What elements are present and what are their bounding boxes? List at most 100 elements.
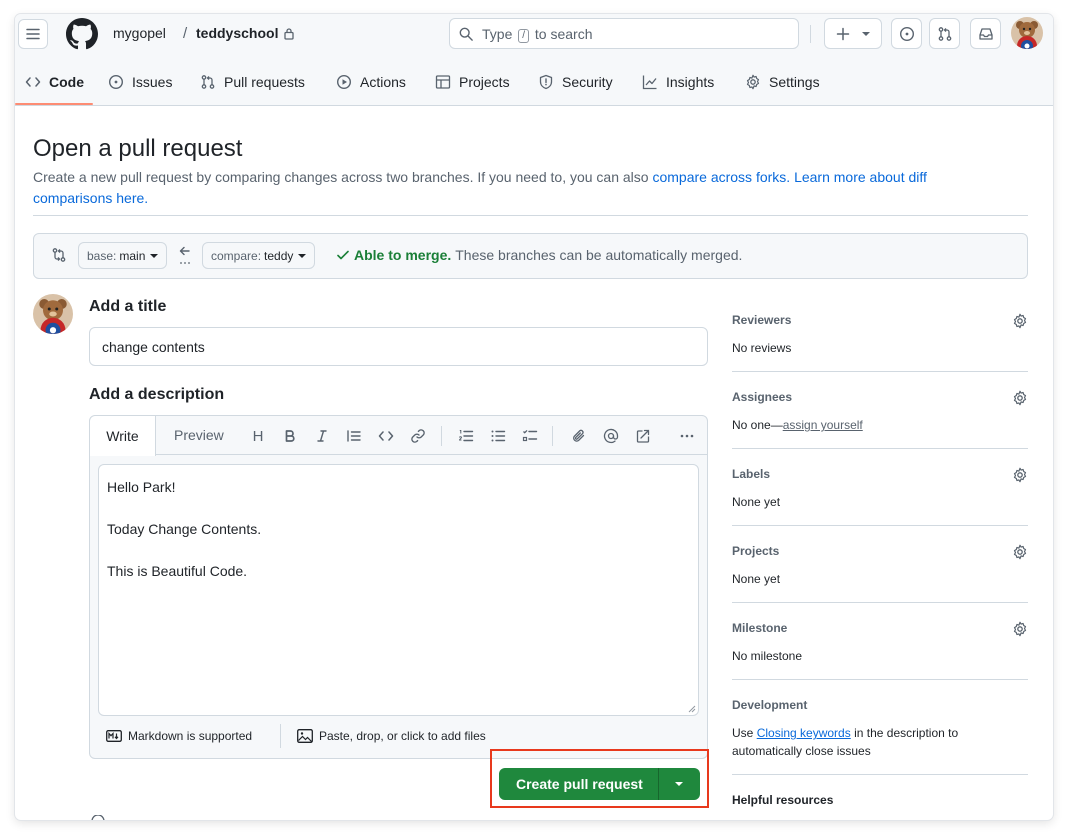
footer-separator [280, 724, 281, 748]
gear-icon[interactable] [1012, 390, 1028, 406]
merge-status: Able to merge. These branches can be aut… [336, 247, 742, 263]
task-list-button[interactable] [520, 426, 540, 446]
merge-status-label: Able to merge. [354, 247, 452, 263]
bold-icon [285, 430, 295, 442]
italic-icon [317, 430, 327, 442]
sidebar-divider [732, 774, 1028, 775]
development-prefix: Use [732, 726, 754, 740]
pull-requests-shortcut-button[interactable] [929, 18, 960, 49]
tab-write[interactable]: Write [90, 416, 156, 456]
paperclip-icon [573, 429, 585, 442]
github-logo-icon[interactable] [66, 18, 98, 50]
sidebar-divider [732, 525, 1028, 526]
chevron-down-icon [150, 253, 159, 258]
projects-value: None yet [732, 572, 781, 586]
resize-handle-icon[interactable] [688, 705, 696, 713]
gear-icon[interactable] [1012, 467, 1028, 483]
closing-keywords-link[interactable]: Closing keywords [757, 726, 851, 740]
compare-forks-link[interactable]: compare across forks. [652, 169, 790, 185]
compare-branch-name: teddy [264, 248, 294, 263]
tab-insights-label: Insights [666, 74, 715, 90]
tab-insights[interactable]: Insights [642, 70, 714, 94]
compare-prefix: compare: [211, 248, 262, 263]
italic-button[interactable] [312, 426, 332, 446]
search-placeholder: Type / to search [482, 26, 593, 43]
plus-icon [836, 27, 850, 40]
tab-security[interactable]: Security [538, 70, 613, 94]
merge-status-text: These branches can be automatically merg… [455, 247, 743, 263]
code-button[interactable] [376, 426, 396, 446]
create-new-button[interactable] [824, 18, 882, 49]
description-line: This is Beautiful Code. [107, 563, 248, 579]
tab-code[interactable]: Code [25, 70, 84, 94]
menu-button[interactable] [18, 19, 48, 49]
chevron-down-icon[interactable] [675, 782, 683, 786]
compare-range-bar: base: main compare: teddy Able to merge. T… [33, 233, 1028, 279]
markdown-icon [106, 730, 122, 742]
inbox-button[interactable] [970, 18, 1001, 49]
search-input[interactable]: Type / to search [449, 18, 799, 49]
page-title: Open a pull request [33, 135, 243, 162]
markdown-note[interactable]: Markdown is supported [106, 729, 252, 743]
code-icon [378, 431, 394, 441]
more-options-button[interactable] [677, 426, 697, 446]
gear-icon[interactable] [1012, 313, 1028, 329]
tab-projects-label: Projects [459, 74, 510, 90]
helpful-resources-title: Helpful resources [732, 793, 834, 807]
compare-branch-select[interactable]: compare: teddy [202, 242, 316, 269]
attach-files-label: Paste, drop, or click to add files [319, 729, 486, 743]
bulleted-list-button[interactable] [488, 426, 508, 446]
create-pull-request-button[interactable]: Create pull request [499, 768, 700, 800]
tab-pull-requests-label: Pull requests [224, 74, 305, 90]
description-line: Today Change Contents. [107, 521, 262, 537]
base-branch-select[interactable]: base: main [78, 242, 168, 269]
repo-name-link[interactable]: teddyschool [196, 25, 278, 41]
tab-pull-requests[interactable]: Pull requests [200, 70, 305, 94]
projects-title: Projects [732, 544, 780, 558]
repo-header: mygopel / teddyschool Type / to search C… [15, 14, 1053, 106]
markdown-note-label: Markdown is supported [128, 729, 253, 743]
gear-icon[interactable] [1012, 621, 1028, 637]
heading-icon: H [252, 427, 264, 445]
assign-yourself-link[interactable]: assign yourself [783, 418, 863, 432]
link-button[interactable] [408, 426, 428, 446]
reference-button[interactable] [633, 426, 653, 446]
milestone-title: Milestone [732, 621, 788, 635]
sidebar-labels: Labels None yet [732, 467, 1028, 511]
tab-actions[interactable]: Actions [336, 70, 406, 94]
numbered-list-button[interactable] [456, 426, 476, 446]
cross-reference-icon [636, 429, 650, 443]
author-avatar [33, 294, 73, 334]
description-line [107, 540, 690, 561]
user-avatar[interactable] [1011, 17, 1043, 49]
heading-button[interactable]: H [248, 426, 268, 446]
create-pull-request-label: Create pull request [516, 776, 643, 792]
gear-icon[interactable] [1012, 544, 1028, 560]
tab-settings[interactable]: Settings [745, 70, 820, 94]
tab-actions-label: Actions [360, 74, 406, 90]
pull-request-icon [938, 26, 951, 41]
tab-preview[interactable]: Preview [174, 427, 224, 443]
reviewers-title: Reviewers [732, 313, 792, 327]
mention-icon [603, 428, 619, 444]
teddy-bear-avatar-icon [1011, 17, 1043, 49]
tab-issues[interactable]: Issues [108, 70, 172, 94]
repo-owner-link[interactable]: mygopel [113, 25, 166, 41]
attach-files-note[interactable]: Paste, drop, or click to add files [297, 729, 486, 743]
arrow-left-icon [179, 246, 190, 264]
labels-value: None yet [732, 495, 781, 509]
mention-button[interactable] [601, 426, 621, 446]
quote-button[interactable] [344, 426, 364, 446]
lock-icon [284, 28, 294, 40]
partial-info-icon [91, 815, 105, 820]
sidebar-divider [732, 602, 1028, 603]
attach-button[interactable] [569, 426, 589, 446]
description-textarea[interactable]: Hello Park! Today Change Contents. This … [98, 464, 699, 716]
gear-icon [746, 74, 760, 90]
tab-projects[interactable]: Projects [435, 70, 510, 94]
toolbar-separator [552, 426, 553, 446]
bold-button[interactable] [280, 426, 300, 446]
issues-shortcut-button[interactable] [891, 18, 922, 49]
title-input[interactable]: change contents [89, 327, 708, 366]
check-icon [337, 250, 349, 260]
